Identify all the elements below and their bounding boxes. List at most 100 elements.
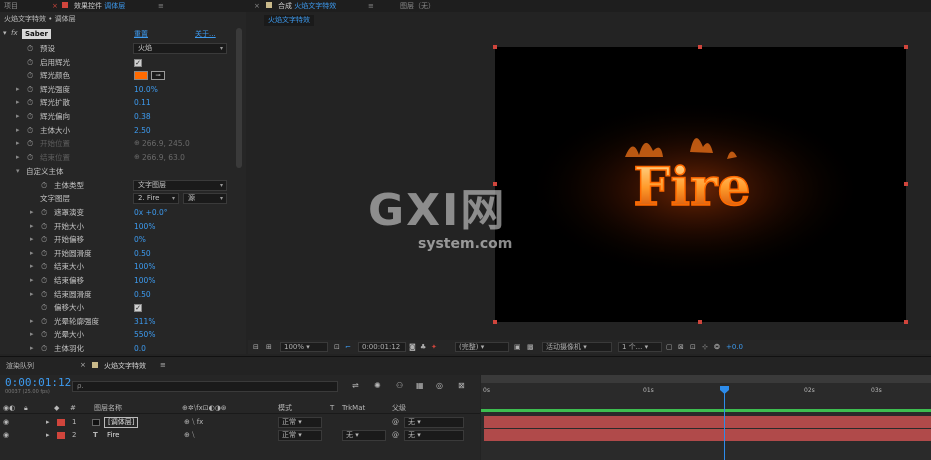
timecode-display[interactable]: 0:00:01:12 bbox=[358, 342, 406, 352]
expand-arrow-icon[interactable]: ▸ bbox=[30, 315, 34, 329]
effect-name[interactable]: Saber bbox=[22, 29, 51, 39]
expand-arrow-icon[interactable]: ▸ bbox=[16, 96, 20, 110]
expand-arrow-icon[interactable]: ▸ bbox=[30, 220, 34, 234]
expand-arrow-icon[interactable]: ▸ bbox=[30, 342, 34, 356]
panel-menu-icon[interactable]: ≡ bbox=[160, 361, 166, 369]
effect-property-row[interactable]: ⏱︎ 辉光颜色 ⊸ bbox=[0, 69, 234, 83]
effect-property-row[interactable]: ▸ ⏱︎ 辉光强度 10.0% bbox=[0, 83, 234, 97]
stopwatch-icon[interactable]: ⏱︎ bbox=[41, 179, 47, 193]
expand-arrow-icon[interactable]: ▸ bbox=[16, 151, 20, 165]
resize-handle[interactable] bbox=[698, 45, 702, 49]
stopwatch-icon[interactable]: ⏱︎ bbox=[41, 274, 47, 288]
property-select[interactable]: 火焰 ▾ bbox=[133, 43, 227, 54]
comp-canvas[interactable]: Fire bbox=[493, 45, 908, 324]
parent-select[interactable]: 无 ▾ bbox=[404, 417, 464, 428]
parent-select[interactable]: 无 ▾ bbox=[404, 430, 464, 441]
property-value[interactable]: 100% bbox=[134, 274, 155, 288]
transparency-grid-icon[interactable]: ▩ bbox=[527, 340, 534, 354]
tab-effects-controls[interactable]: 效果控件 调体层 bbox=[74, 0, 125, 12]
comp-marker-icon[interactable]: ⇌ bbox=[352, 381, 359, 390]
expand-arrow-icon[interactable]: ▸ bbox=[16, 124, 20, 138]
camera-icon[interactable]: ◙ bbox=[409, 340, 416, 354]
property-checkbox[interactable]: ✓ bbox=[134, 58, 142, 67]
reset-exposure-icon[interactable]: ❂ bbox=[714, 340, 720, 354]
tab-project[interactable]: 项目 bbox=[4, 0, 18, 12]
effect-property-row[interactable]: ▸ ⏱︎ 光晕大小 550% bbox=[0, 328, 234, 342]
stopwatch-icon[interactable]: ⏱︎ bbox=[27, 83, 33, 97]
eyedropper-icon[interactable]: ⊸ bbox=[151, 71, 165, 81]
property-value[interactable]: 0.38 bbox=[134, 110, 151, 124]
close-icon[interactable]: × bbox=[254, 0, 260, 12]
effect-property-row[interactable]: ⏱︎ 启用辉光 ✓ bbox=[0, 56, 234, 70]
draft-3d-icon[interactable]: ✺ bbox=[374, 381, 381, 390]
time-ruler[interactable]: 0s 01s 02s 03s bbox=[481, 383, 931, 399]
color-channel-icon[interactable]: ✦ bbox=[431, 340, 437, 354]
search-input[interactable]: ρ. bbox=[72, 381, 338, 392]
effect-header[interactable]: ▾ fx Saber 重置 关于... bbox=[0, 28, 240, 40]
pickwhip-icon[interactable]: @ bbox=[392, 416, 399, 429]
effect-property-row[interactable]: ▸ ⏱︎ 开始圆滑度 0.50 bbox=[0, 247, 234, 261]
expand-arrow-icon[interactable]: ▸ bbox=[16, 110, 20, 124]
eye-icon[interactable]: ◉ bbox=[3, 429, 9, 442]
effect-property-row[interactable]: ▸ ⏱︎ 结束偏移 100% bbox=[0, 274, 234, 288]
stopwatch-icon[interactable]: ⏱︎ bbox=[27, 151, 33, 165]
stopwatch-icon[interactable]: ⏱︎ bbox=[27, 110, 33, 124]
eye-icon[interactable]: ◉ bbox=[3, 416, 9, 429]
stopwatch-icon[interactable]: ⏱︎ bbox=[41, 301, 47, 315]
trkmat-select[interactable]: 无 ▾ bbox=[342, 430, 386, 441]
property-value[interactable]: 0.50 bbox=[134, 288, 151, 302]
effect-property-row[interactable]: ▸ ⏱︎ 主体大小 2.50 bbox=[0, 124, 234, 138]
resize-handle[interactable] bbox=[904, 320, 908, 324]
frame-blend-icon[interactable]: ▦ bbox=[416, 381, 424, 390]
stopwatch-icon[interactable]: ⏱︎ bbox=[27, 42, 33, 56]
stopwatch-icon[interactable]: ⏱︎ bbox=[27, 69, 33, 83]
effect-property-row[interactable]: ▾ 自定义主体 bbox=[0, 165, 234, 179]
property-value[interactable]: 2.50 bbox=[134, 124, 151, 138]
layer-name[interactable]: [调体层] bbox=[104, 417, 139, 428]
safe-area-icon[interactable]: ⊡ bbox=[334, 340, 340, 354]
panel-menu-icon[interactable]: ≡ bbox=[368, 0, 374, 12]
camera-select[interactable]: 活动摄像机 ▾ bbox=[542, 342, 612, 352]
col-layer-name[interactable]: 图层名称 bbox=[94, 402, 122, 414]
property-value[interactable]: 100% bbox=[134, 220, 155, 234]
tab-render-queue[interactable]: 渲染队列 bbox=[6, 361, 34, 371]
effect-property-row[interactable]: ⏱︎ 预设 火焰 ▾ bbox=[0, 42, 234, 56]
stopwatch-icon[interactable]: ⏱︎ bbox=[41, 342, 47, 356]
expand-arrow-icon[interactable]: ▸ bbox=[30, 328, 34, 342]
resolution-select[interactable]: (完整) ▾ bbox=[455, 342, 509, 352]
text-layer-select[interactable]: 2. Fire ▾ bbox=[133, 193, 179, 205]
property-checkbox[interactable]: ✓ bbox=[134, 304, 142, 313]
flowchart-icon[interactable]: ⊹ bbox=[702, 340, 708, 354]
expand-arrow-icon[interactable]: ▸ bbox=[30, 233, 34, 247]
resize-handle[interactable] bbox=[493, 320, 497, 324]
effect-property-row[interactable]: ▸ ⏱︎ 结束大小 100% bbox=[0, 260, 234, 274]
effect-property-row[interactable]: ▸ ⏱︎ 光晕轮廓强度 311% bbox=[0, 315, 234, 329]
property-value[interactable]: 0% bbox=[134, 233, 146, 247]
property-select[interactable]: 文字图层 ▾ bbox=[133, 179, 227, 191]
effect-property-row[interactable]: ▸ ⏱︎ 结束圆滑度 0.50 bbox=[0, 288, 234, 302]
label-icon[interactable]: ◆ bbox=[54, 402, 59, 414]
expand-arrow-icon[interactable]: ▸ bbox=[30, 206, 34, 220]
mode-select[interactable]: 正常 ▾ bbox=[278, 430, 322, 441]
reset-link[interactable]: 重置 bbox=[134, 29, 148, 39]
effect-property-row[interactable]: ▸ ⏱︎ 开始大小 100% bbox=[0, 220, 234, 234]
source-select[interactable]: 源 ▾ bbox=[183, 193, 227, 205]
property-value[interactable]: 550% bbox=[134, 328, 155, 342]
scrollbar[interactable] bbox=[236, 28, 242, 168]
effect-property-row[interactable]: ▸ ⏱︎ 开始偏移 0% bbox=[0, 233, 234, 247]
show-snapshot-icon[interactable]: ♣ bbox=[420, 340, 426, 354]
close-icon[interactable]: × bbox=[52, 0, 58, 12]
stopwatch-icon[interactable]: ⏱︎ bbox=[41, 288, 47, 302]
tab-layer[interactable]: 图层（无） bbox=[400, 0, 435, 12]
panel-menu-icon[interactable]: ≡ bbox=[158, 0, 164, 12]
stopwatch-icon[interactable]: ⏱︎ bbox=[27, 137, 33, 151]
effect-property-row[interactable]: ▸ ⏱︎ 开始位置 266.9, 245.0 ⊕ bbox=[0, 137, 234, 151]
stopwatch-icon[interactable]: ⏱︎ bbox=[41, 206, 47, 220]
lock-icon[interactable]: 🔒︎ bbox=[24, 402, 28, 414]
resize-handle[interactable] bbox=[904, 182, 908, 186]
property-value[interactable]: 10.0% bbox=[134, 83, 158, 97]
exposure-value[interactable]: +0.0 bbox=[726, 340, 743, 354]
fast-preview-icon[interactable]: ⊠ bbox=[678, 340, 684, 354]
effect-property-row[interactable]: ▸ ⏱︎ 辉光偏向 0.38 bbox=[0, 110, 234, 124]
stopwatch-icon[interactable]: ⏱︎ bbox=[41, 220, 47, 234]
